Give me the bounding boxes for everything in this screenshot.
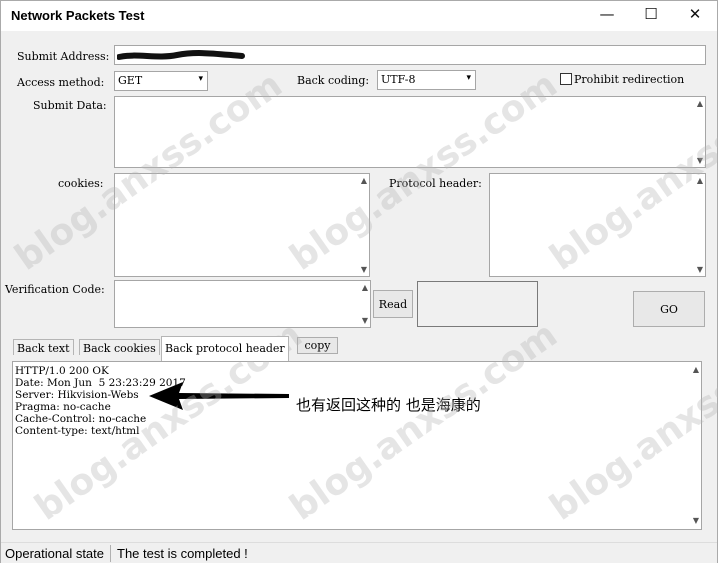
back-coding-label: Back coding: xyxy=(297,74,370,87)
read-button[interactable]: Read xyxy=(373,290,413,318)
status-message: The test is completed ! xyxy=(117,546,248,561)
scroll-up-icon[interactable]: ▲ xyxy=(697,99,703,108)
maximize-icon[interactable]: ☐ xyxy=(629,1,673,27)
prohibit-redirection-label: Prohibit redirection xyxy=(574,73,685,86)
tab-back-protocol-header[interactable]: Back protocol header xyxy=(161,336,289,361)
minimize-icon[interactable]: — xyxy=(585,1,629,27)
scroll-up-icon[interactable]: ▲ xyxy=(693,364,699,376)
submit-address-input[interactable] xyxy=(114,45,706,65)
access-method-value: GET xyxy=(118,74,143,87)
chevron-down-icon: ▾ xyxy=(198,74,203,84)
title-bar: Network Packets Test — ☐ ✕ xyxy=(1,1,717,31)
response-line: HTTP/1.0 200 OK xyxy=(15,365,109,377)
annotation-text: 也有返回这种的 也是海康的 xyxy=(296,396,481,414)
access-method-select[interactable]: GET ▾ xyxy=(114,71,208,91)
status-divider xyxy=(110,545,111,562)
verification-code-textarea[interactable]: ▲ ▼ xyxy=(114,280,371,328)
cookies-label: cookies: xyxy=(58,177,104,190)
scroll-up-icon[interactable]: ▲ xyxy=(697,176,703,185)
submit-data-textarea[interactable]: ▲ ▼ xyxy=(114,96,706,168)
response-line: Date: Mon Jun 5 23:23:29 2017 xyxy=(15,377,186,389)
scroll-up-icon[interactable]: ▲ xyxy=(362,283,368,292)
scroll-down-icon[interactable]: ▼ xyxy=(361,265,367,274)
captcha-image-box xyxy=(417,281,538,327)
close-icon[interactable]: ✕ xyxy=(673,1,717,27)
prohibit-redirection-checkbox[interactable] xyxy=(560,73,572,85)
back-coding-value: UTF-8 xyxy=(381,73,416,86)
app-window: Network Packets Test — ☐ ✕ Submit Addres… xyxy=(0,0,718,563)
back-coding-select[interactable]: UTF-8 ▾ xyxy=(377,70,476,90)
protocol-header-textarea[interactable]: ▲ ▼ xyxy=(489,173,706,277)
window-title: Network Packets Test xyxy=(11,8,145,23)
response-textarea[interactable]: HTTP/1.0 200 OK Date: Mon Jun 5 23:23:29… xyxy=(12,361,702,530)
redacted-address-scribble xyxy=(117,50,245,60)
go-button[interactable]: GO xyxy=(633,291,705,327)
chevron-down-icon: ▾ xyxy=(466,73,471,83)
arrow-left-icon xyxy=(149,382,289,410)
scroll-up-icon[interactable]: ▲ xyxy=(361,176,367,185)
protocol-header-label: Protocol header: xyxy=(389,177,482,190)
scroll-down-icon[interactable]: ▼ xyxy=(693,515,699,527)
cookies-textarea[interactable]: ▲ ▼ xyxy=(114,173,370,277)
tab-back-cookies[interactable]: Back cookies xyxy=(79,339,160,355)
status-bar: Operational state The test is completed … xyxy=(1,542,717,563)
status-label: Operational state xyxy=(5,546,105,561)
access-method-label: Access method: xyxy=(17,76,105,89)
scroll-down-icon[interactable]: ▼ xyxy=(362,316,368,325)
verification-code-label: Verification Code: xyxy=(5,283,105,296)
scroll-down-icon[interactable]: ▼ xyxy=(697,265,703,274)
submit-data-label: Submit Data: xyxy=(33,99,107,112)
tab-back-text[interactable]: Back text xyxy=(13,339,74,355)
submit-address-label: Submit Address: xyxy=(17,50,110,63)
response-line: Content-type: text/html xyxy=(15,425,140,437)
scroll-down-icon[interactable]: ▼ xyxy=(697,156,703,165)
copy-button[interactable]: copy xyxy=(297,337,338,354)
